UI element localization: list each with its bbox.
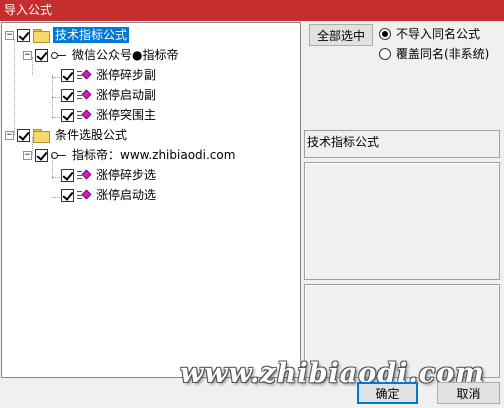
- tree-leaf-formula[interactable]: 涨停启动选: [61, 186, 158, 204]
- ok-button[interactable]: 确定: [357, 382, 418, 404]
- description-panel: [304, 162, 500, 280]
- tree-leaf-formula[interactable]: 涨停突围主: [61, 106, 158, 124]
- tree-node-label: 微信公众号●指标帝: [72, 48, 179, 62]
- collapse-toggle[interactable]: −: [23, 150, 32, 160]
- radio-label: 不导入同名公式: [396, 27, 481, 41]
- tree-connector: [14, 39, 15, 135]
- checkbox[interactable]: [17, 128, 30, 142]
- key-icon: [51, 150, 67, 160]
- tree-node-screening-formulas[interactable]: − 条件选股公式: [5, 126, 129, 144]
- formula-gem-icon: [77, 89, 92, 101]
- checkbox[interactable]: [61, 68, 74, 82]
- formula-gem-icon: [77, 169, 92, 181]
- formula-gem-icon: [77, 189, 92, 201]
- formula-gem-icon: [77, 109, 92, 121]
- cancel-button[interactable]: 取消: [437, 382, 500, 404]
- tree-node-subgroup[interactable]: − 微信公众号●指标帝: [23, 46, 180, 64]
- tree-node-label: 指标帝：www.zhibiaodi.com: [72, 148, 236, 162]
- formula-tree[interactable]: − 技术指标公式 − 微信公众号●指标帝 涨停碎步副 涨停启动副 涨停突围主 −…: [1, 22, 301, 378]
- checkbox[interactable]: [35, 48, 48, 62]
- tree-leaf-label: 涨停启动副: [96, 88, 157, 102]
- select-all-button[interactable]: 全部选中: [309, 24, 373, 46]
- collapse-toggle[interactable]: −: [5, 130, 14, 140]
- folder-icon: [33, 29, 50, 43]
- tree-leaf-label: 涨停启动选: [96, 188, 157, 202]
- folder-icon: [33, 129, 50, 143]
- tree-leaf-label: 涨停突围主: [96, 108, 157, 122]
- tree-node-subgroup[interactable]: − 指标帝：www.zhibiaodi.com: [23, 146, 237, 164]
- tree-leaf-formula[interactable]: 涨停碎步副: [61, 66, 158, 84]
- checkbox[interactable]: [61, 88, 74, 102]
- checkbox[interactable]: [17, 28, 30, 42]
- window-title: 导入公式: [0, 0, 504, 21]
- tree-leaf-label: 涨停碎步副: [96, 68, 157, 82]
- collapse-toggle[interactable]: −: [5, 30, 14, 40]
- key-icon: [51, 50, 67, 60]
- tree-leaf-formula[interactable]: 涨停碎步选: [61, 166, 158, 184]
- checkbox[interactable]: [61, 188, 74, 202]
- checkbox[interactable]: [61, 108, 74, 122]
- radio-button[interactable]: [379, 27, 391, 40]
- tree-node-tech-formulas[interactable]: − 技术指标公式: [5, 26, 130, 44]
- category-display: 技术指标公式: [304, 130, 500, 158]
- radio-no-import[interactable]: 不导入同名公式: [379, 25, 480, 42]
- checkbox[interactable]: [61, 168, 74, 182]
- radio-label: 覆盖同名(非系统): [396, 47, 490, 61]
- tree-connector: [52, 75, 53, 117]
- formula-gem-icon: [77, 69, 92, 81]
- tree-leaf-formula[interactable]: 涨停启动副: [61, 86, 158, 104]
- collapse-toggle[interactable]: −: [23, 50, 32, 60]
- checkbox[interactable]: [35, 148, 48, 162]
- radio-overwrite[interactable]: 覆盖同名(非系统): [379, 45, 489, 62]
- radio-button[interactable]: [379, 47, 391, 60]
- tree-node-label: 条件选股公式: [55, 128, 128, 142]
- tree-leaf-label: 涨停碎步选: [96, 168, 157, 182]
- tree-node-label: 技术指标公式: [53, 27, 130, 43]
